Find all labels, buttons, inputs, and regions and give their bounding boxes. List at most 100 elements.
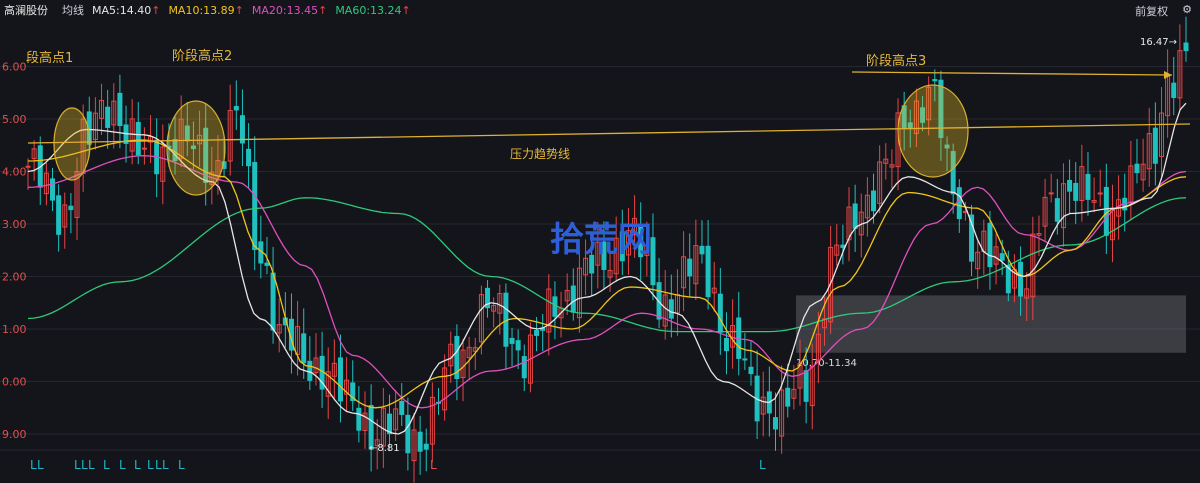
y-tick-label: 3.00 [2, 218, 27, 231]
candle-body [1085, 173, 1091, 200]
candle-body [252, 161, 258, 251]
signal-mark: L [162, 458, 169, 472]
y-tick-label: 9.00 [2, 428, 27, 441]
signal-mark: L [103, 458, 110, 472]
low-marker: ←8.81 [369, 443, 400, 454]
signal-mark: L [430, 458, 437, 472]
candle-body [534, 330, 540, 336]
y-tick-label: 0.00 [2, 376, 27, 389]
candle-body [399, 400, 405, 415]
support-zone-label: 10.70-11.34 [796, 358, 857, 369]
candle-body [987, 222, 993, 268]
candle-body [521, 356, 527, 379]
candle-body [717, 293, 723, 333]
candle-body [423, 443, 429, 450]
candle-body [956, 187, 962, 220]
candle-body [1097, 192, 1103, 195]
candle-body [405, 414, 411, 454]
candle-body [570, 285, 576, 313]
y-tick-label: 2.00 [2, 271, 27, 284]
ma60-label: MA60:13.24 [335, 3, 402, 17]
y-tick-label: 6.00 [2, 61, 27, 74]
y-tick-label: 1.00 [2, 323, 27, 336]
peak2-label: 阶段高点2 [172, 48, 232, 64]
peak-highlight-2 [166, 100, 226, 196]
candle-body [270, 272, 276, 331]
candle-body [742, 358, 748, 361]
candle-body [50, 178, 56, 201]
candle-body [233, 105, 239, 111]
ma60-up-icon: ↑ [401, 3, 411, 17]
candle-body [105, 106, 111, 128]
ma5-label: MA5:14.40 [92, 3, 152, 17]
signal-mark: L [30, 458, 37, 472]
candle-body [1067, 179, 1073, 192]
y-tick-label: 5.00 [2, 113, 27, 126]
candle-body [803, 370, 809, 402]
candle-body [356, 407, 362, 431]
top-bar: 高澜股份 均线 MA5:14.40 ↑ MA10:13.89 ↑ MA20:13… [0, 0, 1200, 20]
candle-body [1183, 42, 1189, 52]
peak3-label: 阶段高点3 [866, 53, 926, 69]
settings-icon[interactable]: ⚙ [1182, 3, 1192, 19]
signal-mark: L [119, 458, 126, 472]
stock-name[interactable]: 高澜股份 [4, 2, 48, 18]
candle-body [25, 165, 31, 168]
candle-body [1171, 82, 1177, 98]
candle-body [668, 299, 674, 319]
candle-body [515, 340, 521, 351]
candle-body [68, 205, 74, 211]
candle-body [723, 337, 729, 352]
watermark: 拾荒网 [550, 220, 652, 260]
candle-body [417, 431, 423, 452]
candle-body [1152, 127, 1158, 164]
signal-mark: L [759, 458, 766, 472]
candle-body [509, 337, 515, 344]
candle-body [871, 190, 877, 212]
peak1-label: 段高点1 [26, 50, 73, 66]
candle-body [1134, 163, 1140, 174]
candle-body [56, 195, 62, 235]
candle-body [552, 296, 558, 317]
signal-mark: L [147, 458, 154, 472]
peak-highlight-1 [53, 107, 91, 181]
candle-body [246, 148, 252, 167]
high-marker: 16.47→ [1140, 37, 1177, 48]
peak-highlight-3 [897, 84, 969, 178]
signal-mark: L [88, 458, 95, 472]
kline-chart[interactable]: 10.70-11.34 段高点1 阶段高点2 阶段高点3 压力趋势线 16.47→ ←8.… [0, 0, 1200, 483]
candle-body [699, 245, 705, 255]
candle-body [932, 79, 938, 82]
ma10-label: MA10:13.89 [168, 3, 235, 17]
signal-mark: L [178, 458, 185, 472]
signal-mark: L [81, 458, 88, 472]
candle-body [748, 366, 754, 375]
candle-body [1018, 261, 1024, 297]
trendline-label: 压力趋势线 [510, 147, 570, 161]
support-zone-box [796, 295, 1186, 353]
ma20-up-icon: ↑ [318, 3, 328, 17]
ma5-up-icon: ↑ [151, 3, 161, 17]
candle-body [852, 203, 858, 229]
candle-body [1073, 182, 1079, 201]
candle-body [999, 253, 1005, 261]
signal-mark: L [134, 458, 141, 472]
candle-body [705, 245, 711, 298]
candle-body [135, 121, 141, 156]
signal-mark: L [74, 458, 81, 472]
candle-body [307, 360, 313, 381]
signal-mark: L [155, 458, 162, 472]
candle-body [1048, 192, 1054, 195]
candle-body [264, 262, 270, 266]
adjust-button[interactable]: 前复权 [1135, 3, 1168, 19]
candle-body [772, 417, 778, 430]
candle-body [337, 357, 343, 402]
ma-title[interactable]: 均线 [62, 2, 84, 18]
ma20-label: MA20:13.45 [251, 3, 319, 17]
candle-body [785, 387, 791, 407]
y-tick-label: 4.00 [2, 166, 27, 179]
ma10-up-icon: ↑ [234, 3, 244, 17]
candle-body [141, 147, 147, 150]
candle-body [301, 333, 307, 364]
candle-body [117, 92, 123, 127]
